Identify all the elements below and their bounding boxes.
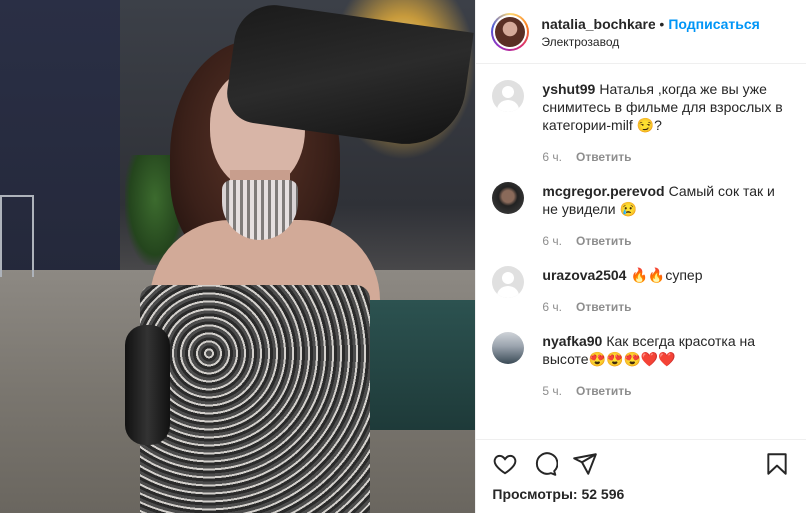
comment-body: yshut99 Наталья ,когда же вы уже снимитес…: [542, 80, 790, 166]
bookmark-icon[interactable]: [764, 451, 790, 477]
comment-item: urazova2504 🔥🔥супер 6 ч. Ответить: [492, 250, 790, 316]
author-avatar[interactable]: [491, 12, 530, 51]
avatar-inner: [493, 14, 528, 49]
reply-button[interactable]: Ответить: [576, 148, 631, 166]
post-actions: Просмотры: 52 596: [476, 439, 806, 513]
comment-meta: 6 ч. Ответить: [542, 232, 790, 250]
comment-body: urazova2504 🔥🔥супер 6 ч. Ответить: [542, 266, 790, 316]
comment-body: nyafka90 Как всегда красотка на высоте😍😍😍…: [542, 332, 790, 400]
scroll-fade: [476, 425, 806, 439]
reply-button[interactable]: Ответить: [576, 232, 631, 250]
lace-corset: [140, 285, 370, 513]
share-icon[interactable]: [572, 451, 598, 477]
comment-time[interactable]: 6 ч.: [542, 148, 562, 166]
comment-meta: 6 ч. Ответить: [542, 298, 790, 316]
instagram-post: natalia_bochkare • Подписаться Электроза…: [0, 0, 806, 513]
default-avatar[interactable]: [492, 80, 525, 112]
photo-avatar[interactable]: [492, 182, 525, 214]
action-icons: [492, 450, 790, 478]
default-avatar[interactable]: [492, 266, 525, 298]
comment-time[interactable]: 6 ч.: [542, 232, 562, 250]
follow-button[interactable]: Подписаться: [668, 15, 760, 33]
comment-username[interactable]: urazova2504: [542, 267, 626, 283]
views-count[interactable]: Просмотры: 52 596: [492, 486, 790, 502]
comment-meta: 6 ч. Ответить: [542, 148, 790, 166]
comment-username[interactable]: yshut99: [542, 81, 595, 97]
comment-username[interactable]: mcgregor.perevod: [542, 183, 664, 199]
post-side-panel: natalia_bochkare • Подписаться Электроза…: [475, 0, 806, 513]
header-text: natalia_bochkare • Подписаться Электроза…: [541, 15, 801, 49]
comment-time[interactable]: 6 ч.: [542, 298, 562, 316]
comment-icon[interactable]: [532, 451, 559, 477]
comment-item: yshut99 Наталья ,когда же вы уже снимитес…: [492, 64, 790, 166]
comment-text: 🔥🔥супер: [630, 267, 703, 283]
author-username[interactable]: natalia_bochkare: [541, 15, 655, 33]
comment-time[interactable]: 5 ч.: [542, 382, 562, 400]
chair: [0, 195, 34, 277]
post-header: natalia_bochkare • Подписаться Электроза…: [476, 0, 806, 64]
avatar-image: [495, 16, 526, 47]
heart-icon[interactable]: [492, 451, 518, 477]
comment-username[interactable]: nyafka90: [542, 333, 602, 349]
comments-list[interactable]: yshut99 Наталья ,когда же вы уже снимитес…: [476, 64, 806, 439]
location-link[interactable]: Электрозавод: [541, 35, 801, 49]
photo-avatar[interactable]: [492, 332, 525, 364]
lower-gloved-arm: [125, 325, 170, 445]
reply-button[interactable]: Ответить: [576, 382, 631, 400]
comment-body: mcgregor.perevod Самый сок так и не увиде…: [542, 182, 790, 250]
post-video[interactable]: [0, 0, 476, 513]
comment-meta: 5 ч. Ответить: [542, 382, 790, 400]
comment-item: nyafka90 Как всегда красотка на высоте😍😍😍…: [492, 316, 790, 400]
header-row: natalia_bochkare • Подписаться: [541, 15, 801, 33]
comment-item: mcgregor.perevod Самый сок так и не увиде…: [492, 166, 790, 250]
reply-button[interactable]: Ответить: [576, 298, 631, 316]
separator-dot: •: [659, 15, 665, 32]
